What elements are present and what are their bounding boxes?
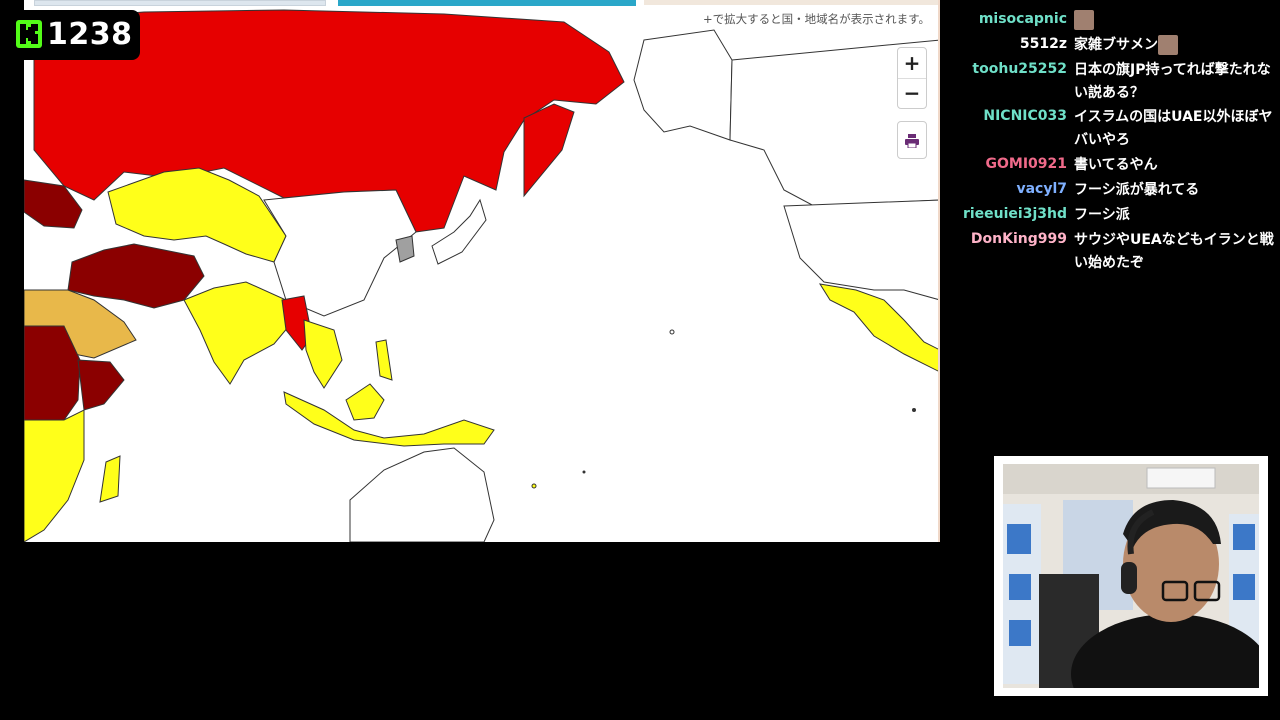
chat-username[interactable]: 5512z [1020, 34, 1067, 54]
viewer-counter: 1238 [10, 10, 140, 60]
viewer-count: 1238 [47, 17, 133, 52]
travel-advisory-map[interactable]: +で拡大すると国・地域名が表示されます。 + − [24, 0, 940, 542]
chat-text: 書いてるやん [1074, 157, 1158, 173]
chat-text: フーシ派 [1074, 207, 1130, 223]
chat-text: 日本の旗JP持ってれば撃たれない説ある？ [1074, 62, 1271, 101]
zoom-hint: +で拡大すると国・地域名が表示されます。 [697, 10, 936, 28]
tab-active[interactable] [338, 0, 636, 6]
world-map[interactable] [24, 0, 940, 542]
tab-inactive[interactable] [34, 0, 326, 6]
kick-logo-icon [16, 20, 42, 48]
printer-icon [905, 134, 919, 148]
zoom-out-button[interactable]: − [898, 78, 926, 108]
chat-username[interactable]: GOMI0921 [986, 154, 1068, 174]
chat-panel: misocapnic 5512z 家雑ブサメン toohu25252 日本の旗J… [942, 0, 1280, 280]
chat-username[interactable]: NICNIC033 [983, 106, 1067, 126]
chat-text [1074, 9, 1278, 32]
print-button[interactable] [897, 121, 927, 159]
chat-text: イスラムの国はUAE以外ほぼヤバいやろ [1074, 109, 1273, 148]
tab-bar [24, 0, 938, 7]
chat-text: フーシ派が暴れてる [1074, 182, 1200, 198]
chat-username[interactable]: DonKing999 [971, 229, 1067, 249]
tab-inactive-right[interactable] [644, 0, 938, 5]
emote-icon [1074, 10, 1094, 30]
chat-username[interactable]: misocapnic [979, 9, 1067, 29]
chat-username[interactable]: toohu25252 [972, 59, 1067, 79]
chat-username[interactable]: vacyl7 [1016, 179, 1067, 199]
chat-username[interactable]: rieeuiei3j3hd [963, 204, 1067, 224]
chat-text: 家雑ブサメン [1074, 34, 1278, 57]
chat-text: サウジやUEAなどもイランと戦い始めたぞ [1074, 232, 1274, 271]
emote-icon [1158, 35, 1178, 55]
zoom-in-button[interactable]: + [898, 48, 926, 79]
webcam-feed [1003, 464, 1259, 688]
zoom-control: + − [897, 47, 927, 109]
